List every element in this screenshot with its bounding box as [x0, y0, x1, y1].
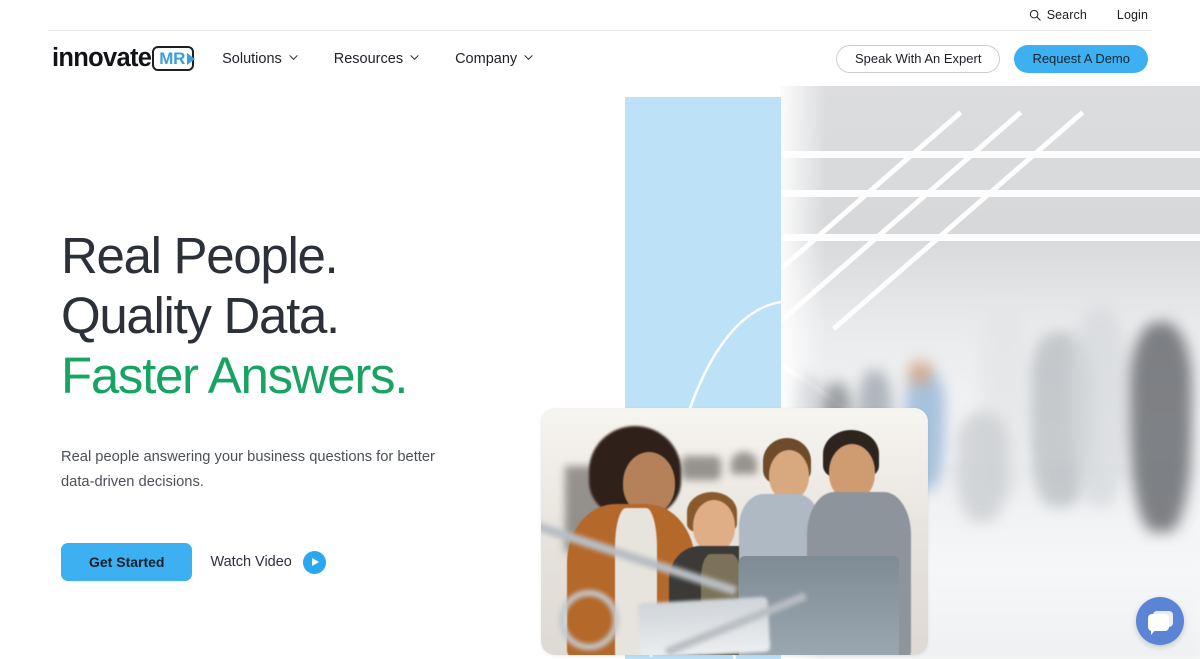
- chat-bubbles-icon: [1136, 597, 1184, 645]
- brand-wordmark: innovate: [52, 43, 152, 72]
- chevron-down-icon: [289, 53, 298, 62]
- nav-item-company[interactable]: Company: [455, 51, 533, 67]
- ceiling-line: [780, 234, 1200, 241]
- nav-links: Solutions Resources Company: [222, 51, 569, 67]
- watch-video-label: Watch Video: [210, 554, 292, 570]
- watch-video-button[interactable]: Watch Video: [210, 550, 326, 574]
- nav-item-resources[interactable]: Resources: [334, 51, 419, 67]
- chevron-down-icon: [524, 53, 533, 62]
- nav-item-label: Solutions: [222, 50, 282, 67]
- background-person: [1072, 307, 1128, 507]
- search-button[interactable]: Search: [1029, 8, 1087, 22]
- ceiling-line: [780, 151, 1200, 158]
- subheading-line-2: data-driven decisions.: [61, 474, 204, 490]
- search-icon: [1029, 9, 1041, 21]
- ceiling-line: [832, 110, 1085, 331]
- background-person: [908, 360, 932, 386]
- brand-badge-text: MR: [159, 49, 186, 68]
- hero-subheading: Real people answering your business ques…: [61, 445, 446, 495]
- office-background: [681, 456, 721, 480]
- hero-section: Real People. Quality Data. Faster Answer…: [0, 86, 1200, 659]
- nav-item-solutions[interactable]: Solutions: [222, 51, 298, 67]
- brand-badge: MR: [152, 46, 196, 71]
- background-person: [1130, 322, 1192, 532]
- office-background: [731, 452, 757, 474]
- headline-line-3: Faster Answers.: [61, 347, 408, 404]
- search-label: Search: [1046, 8, 1087, 22]
- hero-cta-row: Get Started Watch Video: [61, 543, 531, 581]
- brand-logo[interactable]: innovate MR: [52, 42, 196, 76]
- page-root: Search Login innovate MR Solutions Resou…: [0, 0, 1200, 659]
- chat-widget-button[interactable]: [1136, 597, 1184, 645]
- headline-line-2: Quality Data.: [61, 287, 340, 344]
- nav-item-label: Company: [455, 50, 518, 67]
- hero-photo-card: [541, 408, 928, 655]
- play-arrow-icon: [187, 52, 196, 65]
- speak-with-expert-button[interactable]: Speak With An Expert: [835, 44, 1001, 73]
- hero-copy: Real People. Quality Data. Faster Answer…: [61, 226, 531, 581]
- nav-item-label: Resources: [333, 50, 404, 67]
- hero-headline: Real People. Quality Data. Faster Answer…: [61, 226, 531, 406]
- headline-line-1: Real People.: [61, 227, 339, 284]
- photo-tablet: [637, 596, 771, 655]
- request-demo-button[interactable]: Request A Demo: [1014, 44, 1148, 73]
- login-label: Login: [1116, 8, 1148, 22]
- login-link[interactable]: Login: [1117, 8, 1148, 22]
- background-person: [956, 412, 1008, 522]
- utility-bar: Search Login: [0, 0, 1200, 30]
- photo-desk-arm: [559, 590, 619, 650]
- get-started-button[interactable]: Get Started: [61, 543, 193, 581]
- main-navbar: innovate MR Solutions Resources Company …: [0, 31, 1200, 86]
- nav-actions: Speak With An Expert Request A Demo: [835, 44, 1148, 73]
- play-icon[interactable]: [302, 550, 326, 574]
- chevron-down-icon: [410, 53, 419, 62]
- subheading-line-1: Real people answering your business ques…: [61, 449, 435, 465]
